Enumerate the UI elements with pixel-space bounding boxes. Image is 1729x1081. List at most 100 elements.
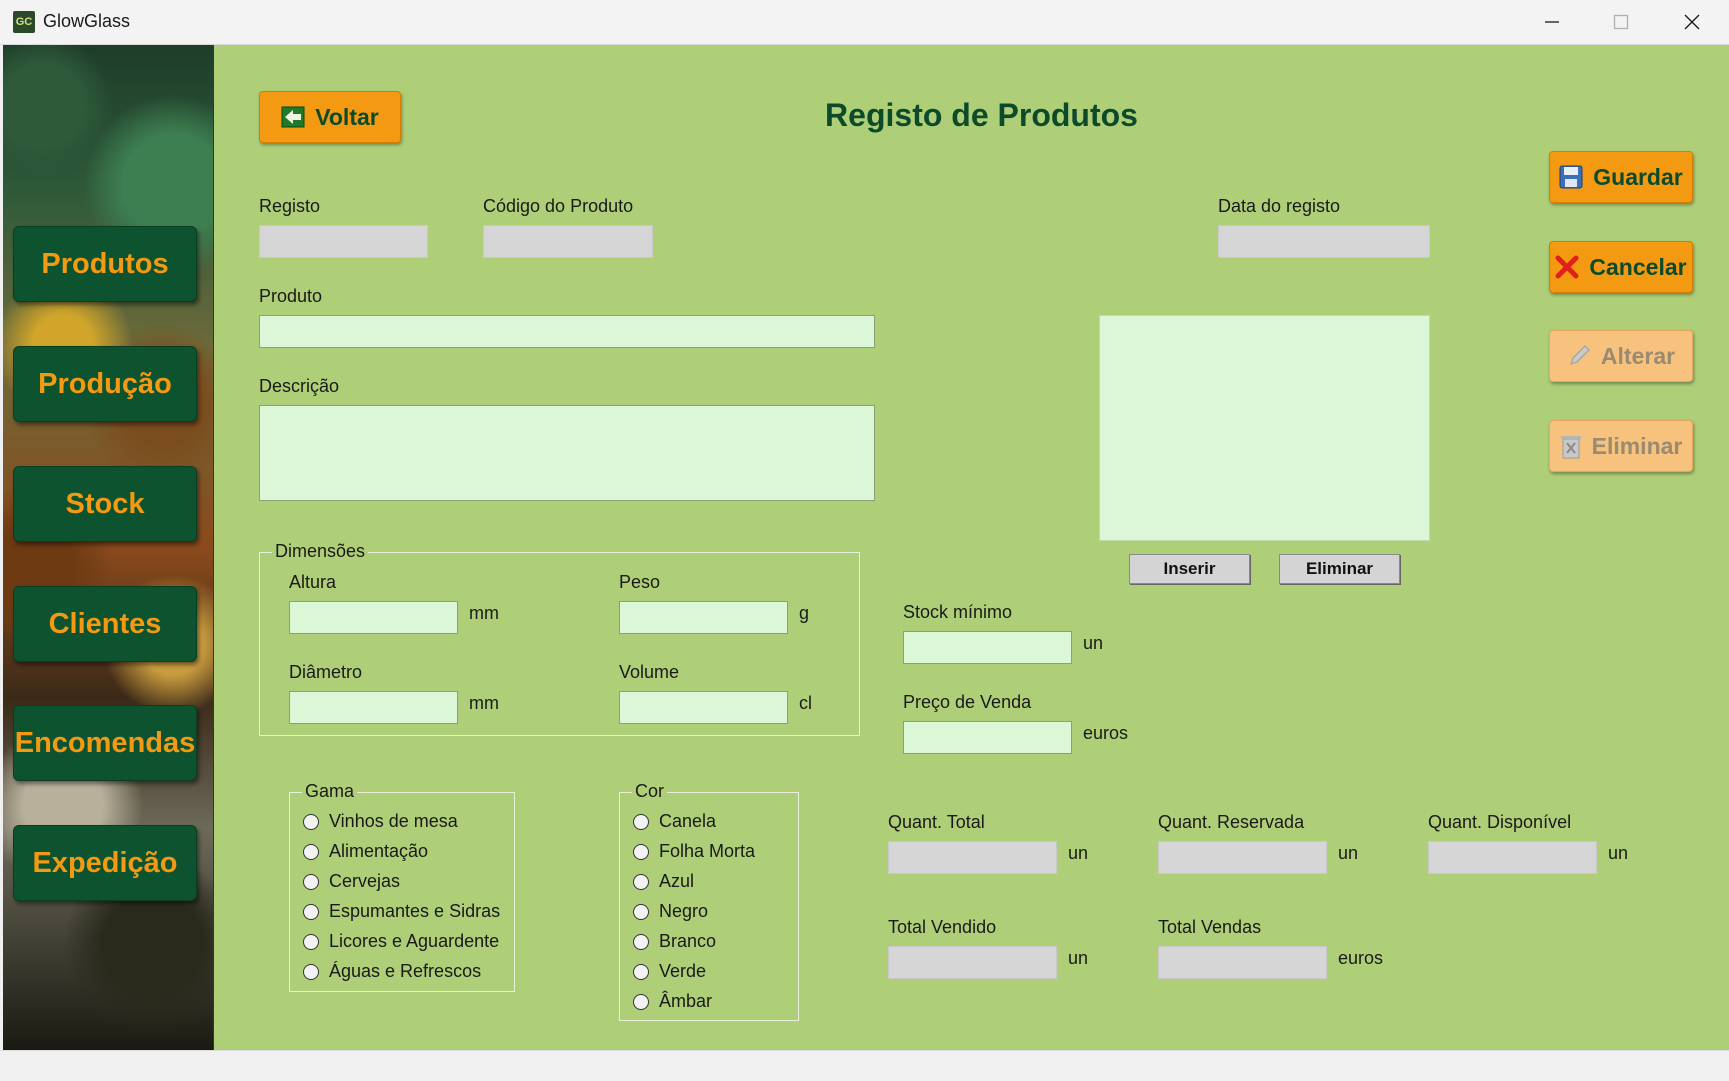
data-registo-field [1218, 225, 1430, 258]
total-vendas-label: Total Vendas [1158, 917, 1262, 937]
back-button[interactable]: Voltar [259, 91, 401, 143]
gama-option[interactable]: Águas e Refrescos [303, 961, 481, 982]
cor-option-label: Canela [659, 811, 717, 831]
diametro-input[interactable] [289, 691, 458, 724]
guardar-button-label: Guardar [1593, 163, 1683, 190]
gama-option-label: Licores e Aguardente [329, 931, 500, 951]
alterar-button-label: Alterar [1600, 342, 1676, 369]
sidebar-item-producao[interactable]: Produção [13, 346, 197, 422]
total-vendas-field [1158, 946, 1327, 979]
back-arrow-icon [281, 106, 305, 128]
cor-option[interactable]: Negro [633, 901, 708, 922]
eliminar-button[interactable]: Eliminar [1549, 420, 1693, 472]
cancelar-button-label: Cancelar [1589, 253, 1687, 280]
descricao-label: Descrição [259, 376, 340, 396]
cancelar-button[interactable]: Cancelar [1549, 241, 1693, 293]
gama-option[interactable]: Vinhos de mesa [303, 811, 458, 832]
sidebar-item-encomendas[interactable]: Encomendas [13, 705, 197, 781]
total-vendido-field [888, 946, 1057, 979]
data-registo-label: Data do registo [1218, 196, 1341, 216]
descricao-textarea[interactable] [259, 405, 875, 501]
radio-icon [633, 933, 649, 950]
cor-option[interactable]: Branco [633, 931, 716, 952]
registo-label: Registo [259, 196, 321, 216]
maximize-button[interactable] [1587, 0, 1655, 44]
radio-icon [633, 873, 649, 890]
quant-reservada-unit: un [1338, 843, 1359, 863]
gama-legend: Gama [302, 781, 358, 802]
cor-option[interactable]: Âmbar [633, 991, 712, 1012]
cor-option[interactable]: Azul [633, 871, 694, 892]
total-vendido-unit: un [1068, 948, 1089, 968]
gama-option-label: Vinhos de mesa [329, 811, 458, 831]
cor-option[interactable]: Verde [633, 961, 706, 982]
sidebar-item-clientes[interactable]: Clientes [13, 586, 197, 662]
radio-icon [303, 963, 319, 980]
alterar-button[interactable]: Alterar [1549, 330, 1693, 382]
guardar-button[interactable]: Guardar [1549, 151, 1693, 203]
peso-label: Peso [619, 572, 661, 592]
cor-option[interactable]: Folha Morta [633, 841, 755, 862]
maximize-icon [1613, 14, 1629, 30]
gama-option-label: Cervejas [329, 871, 401, 891]
altura-input[interactable] [289, 601, 458, 634]
pencil-icon [1570, 345, 1590, 365]
gama-option-label: Espumantes e Sidras [329, 901, 501, 921]
image-insert-button[interactable]: Inserir [1129, 554, 1250, 584]
sidebar: Produtos Produção Stock Clientes Encomen… [3, 45, 216, 1050]
trash-icon [1560, 436, 1581, 459]
cor-option[interactable]: Canela [633, 811, 716, 832]
radio-icon [633, 963, 649, 980]
registo-field [259, 225, 428, 258]
quant-disponivel-unit: un [1608, 843, 1629, 863]
produto-label: Produto [259, 286, 323, 306]
gama-option[interactable]: Licores e Aguardente [303, 931, 499, 952]
volume-input[interactable] [619, 691, 788, 724]
stock-minimo-input[interactable] [903, 631, 1072, 664]
radio-icon [303, 873, 319, 890]
gama-option-label: Águas e Refrescos [329, 961, 482, 981]
gama-option[interactable]: Alimentação [303, 841, 428, 862]
produto-input[interactable] [259, 315, 875, 348]
sidebar-item-expedicao[interactable]: Expedição [13, 825, 197, 901]
quant-disponivel-label: Quant. Disponível [1428, 812, 1572, 832]
product-image-box[interactable] [1099, 315, 1430, 541]
gama-option-label: Alimentação [329, 841, 429, 861]
cor-option-label: Negro [659, 901, 709, 921]
cor-legend: Cor [632, 781, 668, 802]
quant-total-label: Quant. Total [888, 812, 985, 832]
status-bar [0, 1050, 1729, 1081]
peso-input[interactable] [619, 601, 788, 634]
stock-minimo-unit: un [1083, 633, 1104, 653]
radio-icon [303, 843, 319, 860]
quant-total-field [888, 841, 1057, 874]
close-icon [1684, 14, 1700, 30]
codigo-label: Código do Produto [483, 196, 634, 216]
total-vendido-label: Total Vendido [888, 917, 997, 937]
stock-minimo-label: Stock mínimo [903, 602, 1013, 622]
radio-icon [633, 993, 649, 1010]
image-delete-button[interactable]: Eliminar [1279, 554, 1400, 584]
preco-unit: euros [1083, 723, 1129, 743]
eliminar-button-label: Eliminar [1591, 432, 1683, 459]
total-vendas-unit: euros [1338, 948, 1384, 968]
preco-input[interactable] [903, 721, 1072, 754]
cancel-x-icon [1555, 255, 1579, 279]
sidebar-item-stock[interactable]: Stock [13, 466, 197, 542]
minimize-icon [1545, 21, 1559, 23]
save-icon [1559, 165, 1583, 189]
minimize-button[interactable] [1518, 0, 1586, 44]
main-panel: Registo de Produtos Voltar Guardar Cance… [214, 45, 1729, 1050]
altura-unit: mm [469, 603, 499, 623]
cor-option-label: Verde [659, 961, 707, 981]
sidebar-item-produtos[interactable]: Produtos [13, 226, 197, 302]
close-button[interactable] [1658, 0, 1726, 44]
gama-option[interactable]: Cervejas [303, 871, 400, 892]
radio-icon [633, 843, 649, 860]
quant-reservada-label: Quant. Reservada [1158, 812, 1305, 832]
window-title: GlowGlass [43, 11, 131, 31]
gama-option[interactable]: Espumantes e Sidras [303, 901, 500, 922]
radio-icon [303, 813, 319, 830]
radio-icon [303, 933, 319, 950]
diametro-unit: mm [469, 693, 499, 713]
